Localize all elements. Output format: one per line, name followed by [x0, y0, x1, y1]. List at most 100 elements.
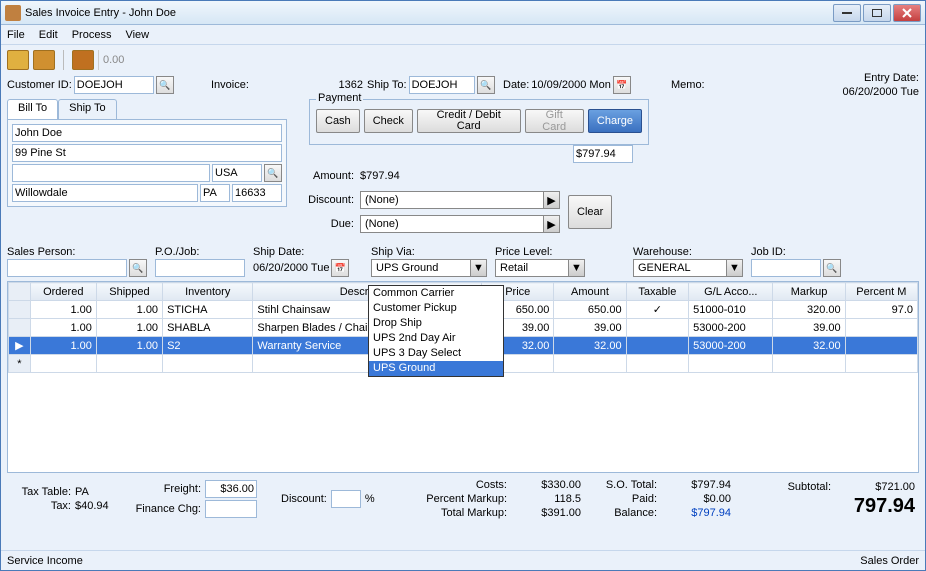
grand-total: 797.94	[854, 495, 915, 518]
job-id-lookup-icon[interactable]: 🔍	[823, 259, 841, 277]
ship-via-option[interactable]: Common Carrier	[369, 286, 503, 301]
ship-via-option[interactable]: UPS 3 Day Select	[369, 346, 503, 361]
finance-chg-label: Finance Chg:	[131, 503, 201, 515]
chevron-right-icon: ▶	[543, 192, 559, 208]
payment-legend: Payment	[316, 92, 363, 104]
ship-via-dropdown[interactable]: UPS Ground▼	[371, 259, 487, 277]
close-button[interactable]	[893, 4, 921, 22]
bill-to-street[interactable]: 99 Pine St	[12, 144, 282, 162]
so-total-value: $797.94	[661, 479, 731, 491]
chevron-down-icon: ▼	[470, 260, 486, 276]
toolbar-amount: 0.00	[98, 50, 158, 70]
sales-person-input[interactable]	[7, 259, 127, 277]
cash-button[interactable]: Cash	[316, 109, 360, 133]
menu-edit[interactable]: Edit	[39, 29, 58, 41]
bill-to-city[interactable]: Willowdale	[12, 184, 198, 202]
ship-to-lookup-icon[interactable]: 🔍	[477, 76, 495, 94]
window-title: Sales Invoice Entry - John Doe	[25, 7, 833, 19]
amount-label: Amount:	[299, 170, 354, 182]
ship-via-label: Ship Via:	[371, 246, 487, 258]
ship-via-option[interactable]: Customer Pickup	[369, 301, 503, 316]
amount-value: $797.94	[360, 170, 400, 182]
minimize-button[interactable]	[833, 4, 861, 22]
bill-to-country[interactable]: USA	[212, 164, 262, 182]
bill-to-addr2[interactable]	[12, 164, 210, 182]
freight-input[interactable]: $36.00	[205, 480, 257, 498]
discount-pct-input[interactable]	[331, 490, 361, 508]
clear-button[interactable]: Clear	[568, 195, 612, 229]
tax-label: Tax:	[11, 500, 71, 512]
due-dropdown[interactable]: (None)▶	[360, 215, 560, 233]
invoice-number: 1362	[339, 79, 363, 91]
customer-id-lookup-icon[interactable]: 🔍	[156, 76, 174, 94]
toolbar: 0.00	[7, 47, 919, 73]
bill-to-zip[interactable]: 16633	[232, 184, 282, 202]
bill-to-name[interactable]: John Doe	[12, 124, 282, 142]
charge-amount: $797.94	[573, 145, 633, 163]
status-right: Sales Order	[860, 555, 919, 567]
bill-to-country-lookup-icon[interactable]: 🔍	[264, 164, 282, 182]
chevron-right-icon: ▶	[543, 216, 559, 232]
col-taxable[interactable]: Taxable	[626, 283, 689, 301]
costs-label: Costs:	[407, 479, 507, 491]
subtotal-label: Subtotal:	[788, 481, 831, 493]
toolbar-icon-3[interactable]	[72, 50, 94, 70]
col-amount[interactable]: Amount	[554, 283, 626, 301]
po-job-input[interactable]	[155, 259, 245, 277]
chevron-down-icon: ▼	[726, 260, 742, 276]
ship-date-label: Ship Date:	[253, 246, 363, 258]
statusbar: Service Income Sales Order	[1, 550, 925, 570]
job-id-label: Job ID:	[751, 246, 841, 258]
col-inventory[interactable]: Inventory	[163, 283, 253, 301]
menu-process[interactable]: Process	[72, 29, 112, 41]
ship-via-option[interactable]: UPS Ground	[369, 361, 503, 376]
customer-id-input[interactable]: DOEJOH	[74, 76, 154, 94]
col-markup[interactable]: Markup	[773, 283, 845, 301]
titlebar: Sales Invoice Entry - John Doe	[1, 1, 925, 25]
customer-id-label: Customer ID:	[7, 79, 72, 91]
job-id-input[interactable]	[751, 259, 821, 277]
col-glaccount[interactable]: G/L Acco...	[689, 283, 773, 301]
paid-value: $0.00	[661, 493, 731, 505]
toolbar-icon-2[interactable]	[33, 50, 55, 70]
po-job-label: P.O./Job:	[155, 246, 245, 258]
check-button[interactable]: Check	[364, 109, 413, 133]
chevron-down-icon: ▼	[568, 260, 584, 276]
finance-chg-input[interactable]	[205, 500, 257, 518]
gift-card-button[interactable]: Gift Card	[525, 109, 584, 133]
price-level-dropdown[interactable]: Retail▼	[495, 259, 585, 277]
col-shipped[interactable]: Shipped	[96, 283, 162, 301]
ship-date-picker-icon[interactable]: 📅	[331, 259, 349, 277]
percent-markup-label: Percent Markup:	[407, 493, 507, 505]
discount-pct-label: Discount:	[281, 493, 327, 505]
menu-view[interactable]: View	[125, 29, 149, 41]
maximize-button[interactable]	[863, 4, 891, 22]
discount-dropdown[interactable]: (None)▶	[360, 191, 560, 209]
discount-label: Discount:	[299, 194, 354, 206]
ship-via-option[interactable]: UPS 2nd Day Air	[369, 331, 503, 346]
col-percentm[interactable]: Percent M	[845, 283, 917, 301]
app-window: Sales Invoice Entry - John Doe File Edit…	[0, 0, 926, 571]
menu-file[interactable]: File	[7, 29, 25, 41]
sales-person-lookup-icon[interactable]: 🔍	[129, 259, 147, 277]
tab-bill-to[interactable]: Bill To	[7, 99, 58, 119]
app-icon	[5, 5, 21, 21]
charge-button[interactable]: Charge	[588, 109, 642, 133]
tax-table-label: Tax Table:	[11, 486, 71, 498]
toolbar-icon-1[interactable]	[7, 50, 29, 70]
ship-to-input[interactable]: DOEJOH	[409, 76, 475, 94]
bill-to-state[interactable]: PA	[200, 184, 230, 202]
warehouse-dropdown[interactable]: GENERAL▼	[633, 259, 743, 277]
ship-via-dropdown-list[interactable]: Common CarrierCustomer PickupDrop ShipUP…	[368, 285, 504, 377]
invoice-label: Invoice:	[211, 79, 249, 91]
credit-debit-button[interactable]: Credit / Debit Card	[417, 109, 521, 133]
tab-ship-to[interactable]: Ship To	[58, 99, 117, 119]
col-ordered[interactable]: Ordered	[30, 283, 96, 301]
ship-date-value: 06/20/2000 Tue	[253, 259, 329, 277]
price-level-label: Price Level:	[495, 246, 585, 258]
ship-via-option[interactable]: Drop Ship	[369, 316, 503, 331]
sales-person-label: Sales Person:	[7, 246, 147, 258]
subtotal-value: $721.00	[835, 481, 915, 493]
percent-markup-value: 118.5	[511, 493, 581, 505]
date-picker-icon[interactable]: 📅	[613, 76, 631, 94]
